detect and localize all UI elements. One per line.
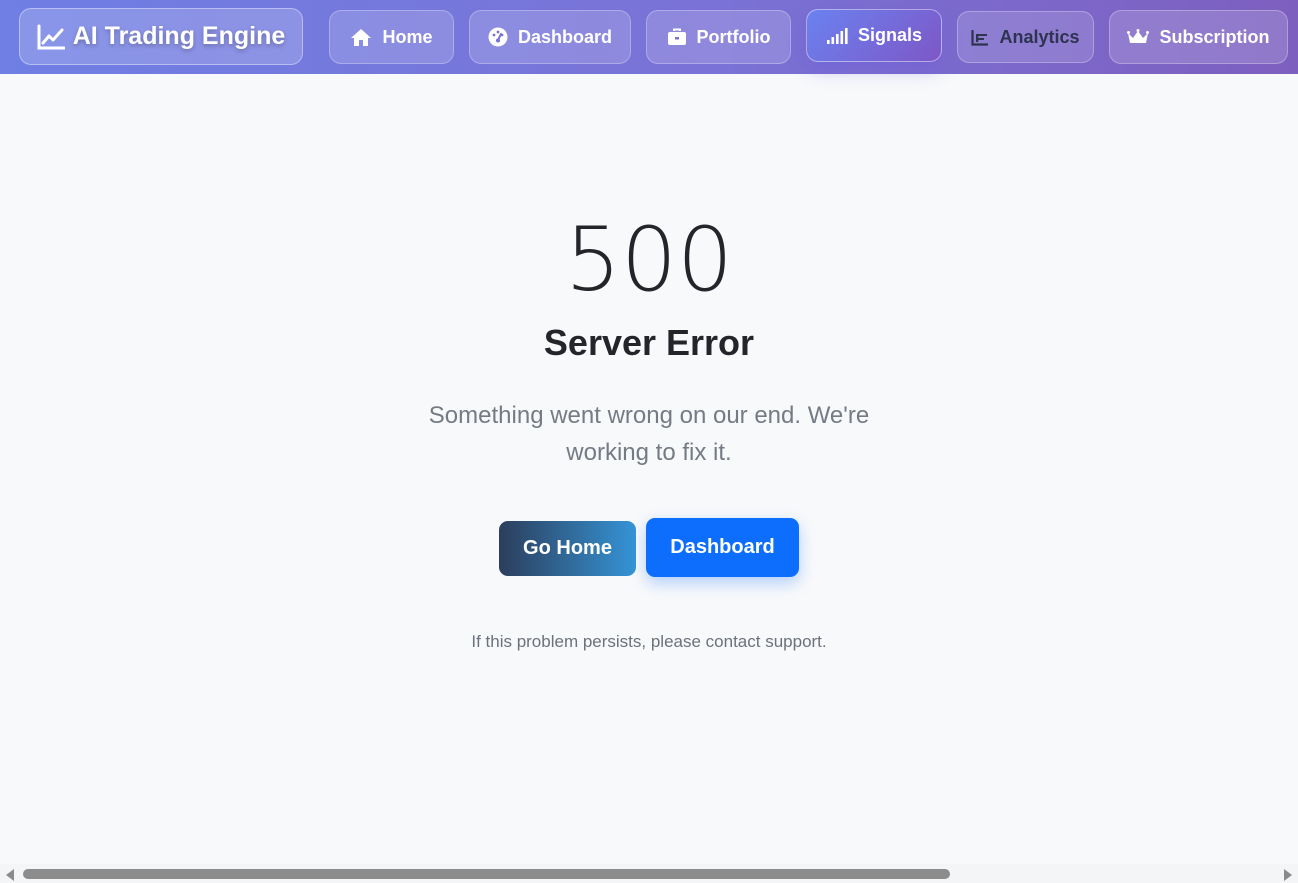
error-title: Server Error [543, 322, 755, 363]
nav-item-signals[interactable]: Signals [806, 9, 942, 62]
brand-logo[interactable]: AI Trading Engine [19, 8, 303, 65]
chart-line-icon [37, 24, 65, 50]
home-icon [350, 28, 372, 47]
scroll-left-icon[interactable] [6, 869, 14, 881]
nav-item-label: Signals [857, 25, 923, 45]
nav-item-analytics[interactable]: Analytics [957, 11, 1094, 63]
horizontal-scrollbar[interactable] [0, 864, 1298, 883]
nav-item-label: Dashboard [517, 26, 613, 47]
scrollbar-thumb[interactable] [23, 869, 950, 879]
nav-item-label: Analytics [999, 26, 1080, 47]
signal-bars-icon [826, 27, 848, 45]
nav-item-label: Subscription [1159, 26, 1270, 47]
top-navbar: AI Trading Engine Home Dashboard Portfol… [0, 0, 1298, 74]
nav-item-label: Home [382, 26, 433, 47]
dashboard-button[interactable]: Dashboard [646, 518, 799, 577]
error-code: 500 [565, 208, 733, 311]
brand-name: AI Trading Engine [72, 22, 286, 50]
nav-item-dashboard[interactable]: Dashboard [469, 10, 631, 64]
nav-item-portfolio[interactable]: Portfolio [646, 10, 791, 64]
error-message: Something went wrong on our end. We're w… [428, 402, 870, 466]
gauge-icon [488, 27, 508, 47]
chart-area-icon [971, 29, 989, 46]
crown-icon [1127, 28, 1150, 46]
nav-item-label: Portfolio [696, 26, 771, 47]
support-note: If this problem persists, please contact… [471, 632, 827, 651]
nav-item-home[interactable]: Home [329, 10, 454, 64]
scroll-right-icon[interactable] [1284, 869, 1292, 881]
go-home-button[interactable]: Go Home [499, 521, 636, 576]
briefcase-icon [667, 28, 687, 46]
nav-item-subscription[interactable]: Subscription [1109, 10, 1288, 64]
